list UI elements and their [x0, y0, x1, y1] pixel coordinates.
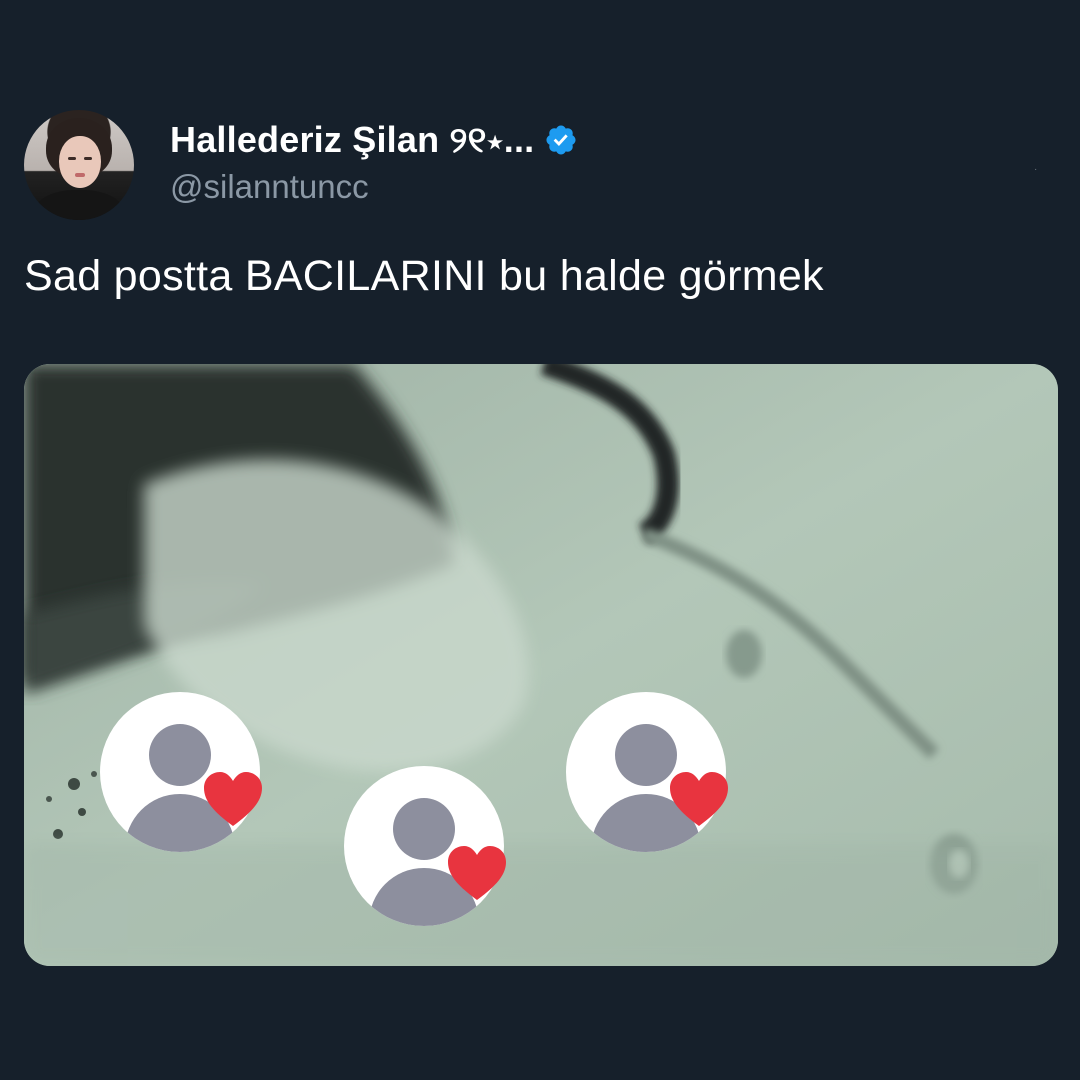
display-name[interactable]: Hallederiz Şilan ୨୧⋆...	[170, 119, 534, 162]
avatar-face	[59, 136, 101, 188]
verified-badge-icon	[546, 125, 576, 155]
media-photo	[24, 364, 1058, 966]
avatar-eye-left	[68, 157, 76, 160]
avatar-lips	[75, 173, 85, 177]
author-name-row[interactable]: Hallederiz Şilan ୨୧⋆...	[170, 116, 578, 164]
heart-icon	[204, 772, 262, 826]
username[interactable]: @silanntuncc	[170, 168, 369, 206]
tweet-text: Sad postta BACILARINI bu halde görmek	[24, 252, 824, 300]
tweet-media-image[interactable]	[24, 364, 1058, 966]
heart-icon	[670, 772, 728, 826]
reaction-avatar	[344, 766, 506, 926]
tweet: Hallederiz Şilan ୨୧⋆... @silanntuncc · S…	[0, 0, 1080, 1080]
heart-icon	[448, 846, 506, 900]
more-options-icon[interactable]: ·	[1034, 164, 1038, 175]
avatar-shoulders	[34, 190, 124, 220]
author-avatar[interactable]	[24, 110, 134, 220]
avatar-eye-right	[84, 157, 92, 160]
reaction-avatar	[566, 692, 728, 852]
reaction-avatar	[100, 692, 262, 852]
